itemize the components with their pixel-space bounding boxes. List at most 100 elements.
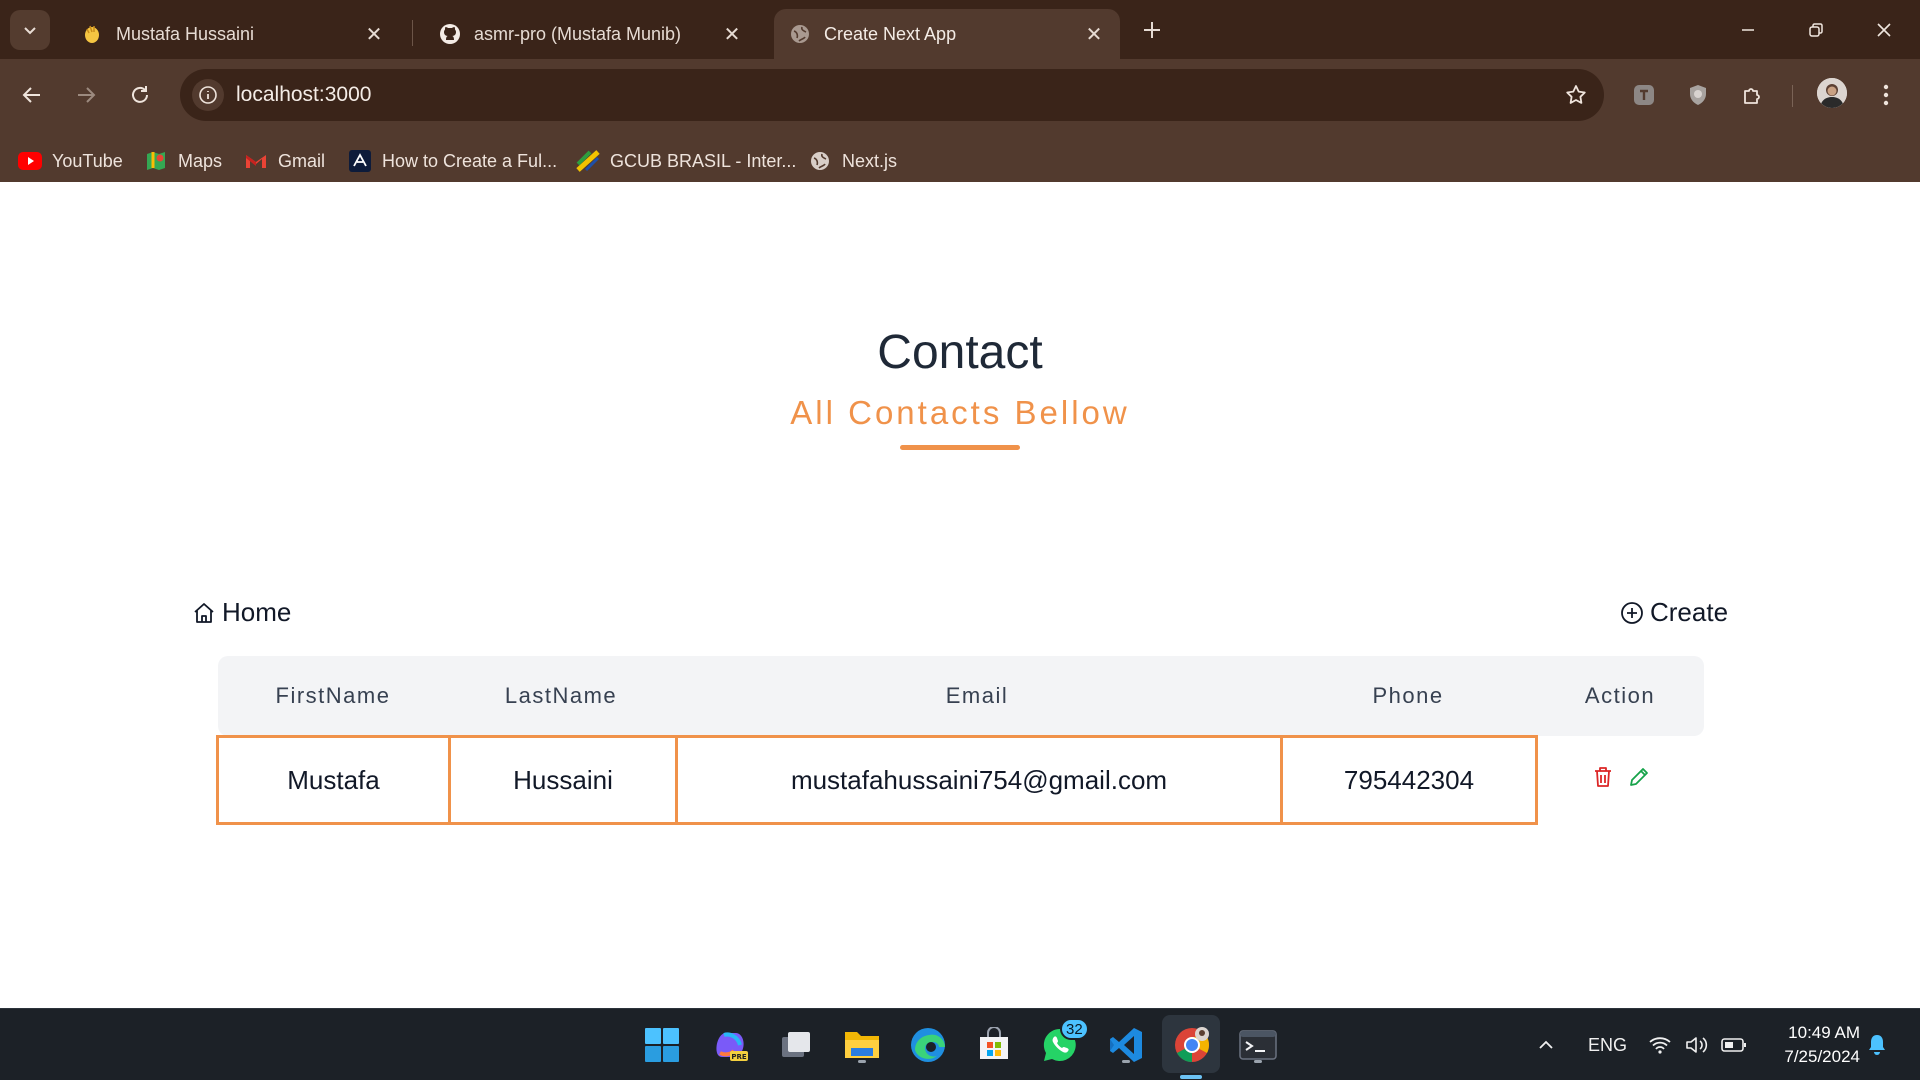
cell-email: mustafahussaini754@gmail.com [790,764,1168,795]
trash-icon [1595,767,1611,787]
github-icon [438,22,462,46]
edge-icon[interactable] [906,1023,950,1067]
new-tab-button[interactable] [1136,14,1168,46]
arrow-right-icon [78,87,96,103]
close-icon[interactable]: ✕ [720,22,744,46]
restore-icon [1809,23,1823,37]
column-header-email: Email [945,683,1009,708]
close-window-button[interactable] [1862,10,1906,50]
reload-icon [132,86,148,103]
notifications-bell-icon[interactable] [1866,1009,1888,1080]
tab-title: Create Next App [824,23,957,44]
system-clock[interactable]: 10:49 AM 7/25/2024 [1760,1021,1860,1069]
bookmark-label: Gmail [278,150,326,171]
youtube-icon [18,149,42,173]
copilot-icon[interactable]: PRE [708,1023,752,1067]
globe-icon [808,149,832,173]
bookmark-label: How to Create a Ful... [382,150,558,171]
close-icon[interactable]: ✕ [362,22,386,46]
active-app-indicator [1180,1075,1202,1079]
table-header: FirstName LastName Email Phone Action [218,656,1704,736]
bookmark-label: GCUB BRASIL - Inter... [610,150,797,171]
bookmark-gmail[interactable]: Gmail [244,147,325,175]
vscode-icon[interactable] [1104,1023,1148,1067]
browser-toolbar: localhost:3000 YouTube Maps Gmail How to… [0,59,1920,189]
page-title: Contact [877,326,1043,379]
bookmark-label: YouTube [52,150,123,171]
globe-icon [788,22,812,46]
react-icon [348,149,372,173]
tab-asmr-pro[interactable]: asmr-pro (Mustafa Munib) ✕ [424,9,758,59]
tab-title: Mustafa Hussaini [116,23,255,44]
url-text[interactable]: localhost:3000 [236,83,371,107]
running-indicator [1122,1060,1130,1063]
bookmark-maps[interactable]: Maps [144,147,222,175]
back-button[interactable] [12,75,52,115]
plus-circle-icon [1621,601,1643,624]
pencil-icon [1630,768,1648,786]
bookmark-youtube[interactable]: YouTube [18,147,123,175]
running-indicator [1254,1060,1262,1063]
volume-icon[interactable] [1684,1009,1710,1080]
language-indicator[interactable]: ENG [1588,1009,1627,1080]
home-link-label: Home [222,597,292,627]
wifi-icon[interactable] [1648,1009,1672,1080]
edit-button[interactable] [1624,762,1654,792]
delete-button[interactable] [1588,762,1618,792]
extensions-puzzle-icon[interactable] [1733,75,1773,115]
chevron-down-icon [24,27,36,35]
bookmarks-bar: YouTube Maps Gmail How to Create a Ful..… [0,131,1920,187]
windows-start-icon[interactable] [640,1023,684,1067]
bookmark-how-to-create[interactable]: How to Create a Ful... [348,147,557,175]
profile-avatar[interactable] [1817,78,1847,108]
gmail-icon [244,149,268,173]
whatsapp-unread-badge: 32 [1060,1018,1089,1040]
tab-divider [412,20,413,46]
create-link[interactable]: Create [1620,597,1728,628]
minimize-button[interactable] [1726,10,1770,50]
minimize-icon [1742,29,1754,31]
battery-icon[interactable] [1720,1009,1748,1080]
file-explorer-icon[interactable] [840,1023,884,1067]
toolbar-divider [1792,85,1793,107]
column-header-firstname: FirstName [275,683,391,708]
clock-time: 10:49 AM [1788,1023,1860,1042]
chevron-up-icon [1539,1040,1553,1049]
restore-button[interactable] [1794,10,1838,50]
browser-menu-button[interactable] [1866,75,1906,115]
bookmark-label: Maps [178,150,223,171]
svg-text:PRE: PRE [731,1053,747,1061]
tab-search-button[interactable] [10,10,50,50]
close-icon[interactable]: ✕ [1082,22,1106,46]
bookmark-gcub-brasil[interactable]: GCUB BRASIL - Inter... [576,147,796,175]
forward-button[interactable] [66,75,106,115]
show-hidden-icons-button[interactable] [1536,1009,1556,1080]
extension-tab-icon[interactable] [1624,75,1664,115]
close-icon [1877,23,1891,37]
column-header-action: Action [1584,683,1656,708]
terminal-icon[interactable] [1236,1023,1280,1067]
gcub-icon [576,149,600,173]
shield-extension-icon[interactable] [1678,75,1718,115]
page-content: Contact All Contacts Bellow Home Create … [0,182,1920,1008]
waving-hand-icon [80,22,104,46]
bookmark-label: Next.js [842,150,898,171]
arrow-left-icon [22,87,40,103]
cell-first-name: Mustafa [287,764,380,795]
tab-title: asmr-pro (Mustafa Munib) [474,23,682,44]
reload-button[interactable] [120,75,160,115]
microsoft-store-icon[interactable] [972,1023,1016,1067]
bookmark-star-icon[interactable] [1562,81,1590,109]
task-view-icon[interactable] [774,1023,818,1067]
address-bar[interactable]: localhost:3000 [180,69,1604,121]
user-avatar-icon [1817,78,1847,108]
chrome-icon[interactable] [1170,1023,1214,1067]
browser-tab-strip: Mustafa Hussaini ✕ asmr-pro (Mustafa Mun… [0,0,1920,59]
home-link[interactable]: Home [192,597,291,628]
tab-mustafa-hussaini[interactable]: Mustafa Hussaini ✕ [66,9,400,59]
bookmark-nextjs[interactable]: Next.js [808,147,897,175]
site-info-icon[interactable] [192,79,224,111]
tab-create-next-app[interactable]: Create Next App ✕ [774,9,1120,59]
cell-phone: 795442304 [1343,764,1475,795]
cell-last-name: Hussaini [513,764,613,795]
